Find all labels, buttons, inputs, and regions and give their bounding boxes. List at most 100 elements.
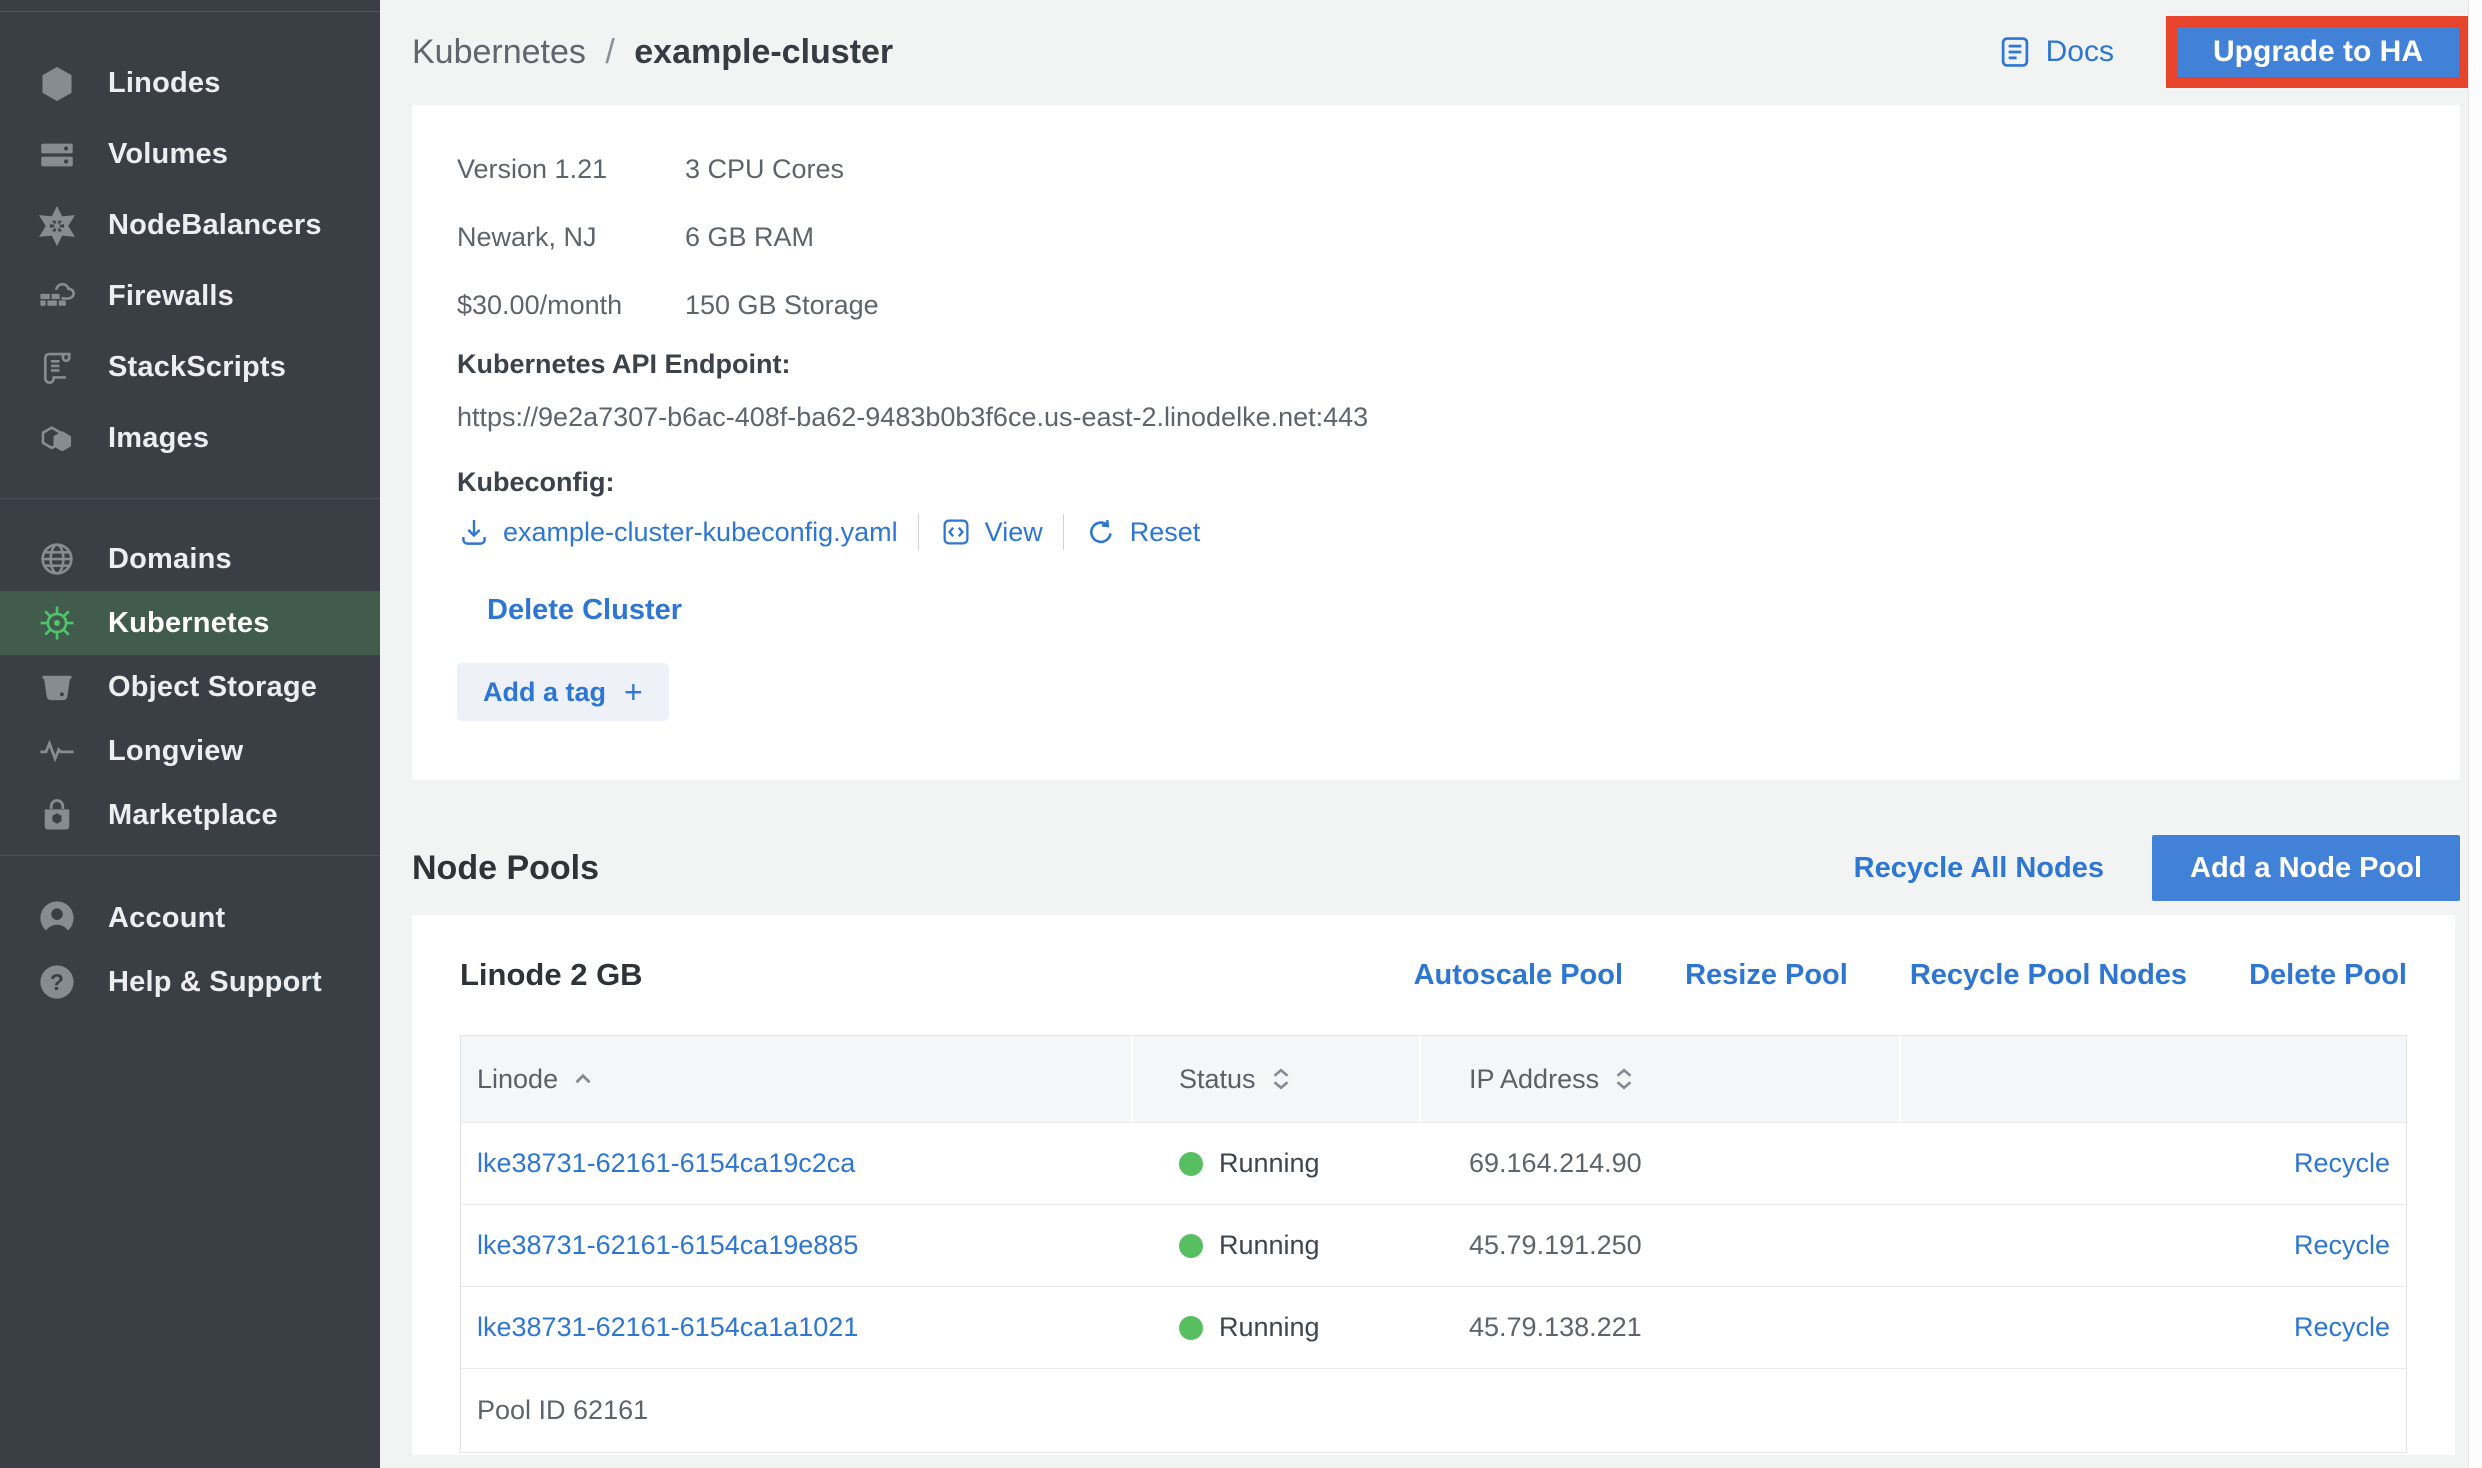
spec-row: Version 1.21 3 CPU Cores — [457, 135, 2415, 203]
stacked-drives-icon — [36, 134, 78, 176]
status-dot-running — [1179, 1316, 1203, 1340]
docs-link[interactable]: Docs — [1996, 33, 2114, 71]
recycle-pool-nodes-link[interactable]: Recycle Pool Nodes — [1910, 959, 2187, 992]
cluster-storage: 150 GB Storage — [685, 290, 879, 321]
resize-pool-link[interactable]: Resize Pool — [1685, 959, 1848, 992]
table-header: Linode Status IP Address — [461, 1036, 2406, 1122]
brick-wall-cloud-icon — [36, 276, 78, 318]
separator — [1063, 514, 1064, 550]
node-pools-actions: Recycle All Nodes Add a Node Pool — [1854, 835, 2460, 901]
plus-icon: + — [624, 674, 643, 711]
sidebar-item-label: Linodes — [108, 67, 221, 100]
bucket-icon — [36, 666, 78, 708]
sidebar-item-images[interactable]: Images — [0, 403, 380, 474]
sidebar-section-services: Domains Kubernetes Object Storage Longvi… — [0, 499, 380, 847]
sidebar-item-label: StackScripts — [108, 351, 286, 384]
scroll-icon — [36, 347, 78, 389]
annotation-highlight: Upgrade to HA — [2166, 16, 2470, 88]
sidebar-section-account: Account ? Help & Support — [0, 856, 380, 1014]
table-row: lke38731-62161-6154ca19c2ca Running 69.1… — [461, 1122, 2406, 1204]
pool-id: Pool ID 62161 — [477, 1395, 648, 1425]
sidebar-top-divider — [0, 0, 380, 12]
delete-pool-link[interactable]: Delete Pool — [2249, 959, 2407, 992]
api-endpoint-label: Kubernetes API Endpoint: — [457, 349, 2415, 380]
spec-row: Newark, NJ 6 GB RAM — [457, 203, 2415, 271]
sidebar-item-label: Longview — [108, 735, 243, 768]
column-header-status[interactable]: Status — [1133, 1036, 1421, 1122]
sidebar-item-label: Marketplace — [108, 799, 278, 832]
sort-icon — [1611, 1066, 1637, 1092]
question-icon: ? — [36, 961, 78, 1003]
add-tag-label: Add a tag — [483, 677, 606, 708]
svg-text:?: ? — [50, 969, 64, 995]
reset-label: Reset — [1130, 517, 1201, 548]
sidebar-item-stackscripts[interactable]: StackScripts — [0, 332, 380, 403]
node-link[interactable]: lke38731-62161-6154ca19c2ca — [477, 1148, 855, 1178]
pool-actions: Autoscale Pool Resize Pool Recycle Pool … — [1414, 959, 2407, 992]
node-link[interactable]: lke38731-62161-6154ca19e885 — [477, 1230, 858, 1260]
double-hexagon-icon — [36, 418, 78, 460]
code-view-icon — [939, 515, 973, 549]
sidebar-item-linodes[interactable]: Linodes — [0, 48, 380, 119]
sidebar-item-account[interactable]: Account — [0, 886, 380, 950]
kubernetes-cluster-detail-page: Linodes Volumes NodeBalancers Firewalls — [0, 0, 2482, 1468]
delete-cluster-button[interactable]: Delete Cluster — [487, 594, 682, 627]
sidebar-item-nodebalancers[interactable]: NodeBalancers — [0, 190, 380, 261]
breadcrumb-kubernetes-link[interactable]: Kubernetes — [412, 33, 586, 71]
add-node-pool-button[interactable]: Add a Node Pool — [2152, 835, 2460, 901]
kubeconfig-reset-link[interactable]: Reset — [1084, 515, 1201, 549]
kubeconfig-view-link[interactable]: View — [939, 515, 1043, 549]
node-link[interactable]: lke38731-62161-6154ca1a1021 — [477, 1312, 858, 1342]
sidebar-item-label: Object Storage — [108, 671, 317, 704]
upgrade-to-ha-button[interactable]: Upgrade to HA — [2177, 27, 2459, 77]
status-dot-running — [1179, 1234, 1203, 1258]
separator — [918, 514, 919, 550]
status-text: Running — [1219, 1312, 1320, 1343]
sort-icon — [1268, 1066, 1294, 1092]
spec-row: $30.00/month 150 GB Storage — [457, 271, 2415, 339]
sidebar-item-label: Account — [108, 902, 225, 935]
cluster-version: Version 1.21 — [457, 154, 685, 185]
sidebar-item-help-support[interactable]: ? Help & Support — [0, 950, 380, 1014]
cluster-ram: 6 GB RAM — [685, 222, 814, 253]
status-text: Running — [1219, 1148, 1320, 1179]
page-header: Kubernetes / example-cluster Docs Upgrad… — [412, 0, 2470, 104]
person-icon — [36, 897, 78, 939]
add-tag-button[interactable]: Add a tag + — [457, 663, 669, 721]
api-endpoint-url: https://9e2a7307-b6ac-408f-ba62-9483b0b3… — [457, 402, 2415, 433]
node-pools-heading: Node Pools — [412, 849, 599, 888]
helm-wheel-icon — [36, 602, 78, 644]
sidebar-item-object-storage[interactable]: Object Storage — [0, 655, 380, 719]
sidebar-item-label: NodeBalancers — [108, 209, 322, 242]
recycle-node-link[interactable]: Recycle — [2294, 1230, 2390, 1260]
document-icon — [1996, 33, 2034, 71]
arrows-hub-icon — [36, 205, 78, 247]
sidebar-item-firewalls[interactable]: Firewalls — [0, 261, 380, 332]
ip-address: 45.79.191.250 — [1469, 1230, 1642, 1260]
hexagon-icon — [36, 63, 78, 105]
recycle-all-nodes-link[interactable]: Recycle All Nodes — [1854, 852, 2104, 885]
view-label: View — [985, 517, 1043, 548]
cluster-cpu: 3 CPU Cores — [685, 154, 844, 185]
recycle-node-link[interactable]: Recycle — [2294, 1312, 2390, 1342]
column-header-linode[interactable]: Linode — [461, 1036, 1133, 1122]
sidebar-item-domains[interactable]: Domains — [0, 527, 380, 591]
sort-asc-icon — [570, 1066, 596, 1092]
docs-label: Docs — [2046, 35, 2114, 69]
page-title: example-cluster — [634, 33, 893, 71]
sidebar-item-longview[interactable]: Longview — [0, 719, 380, 783]
nodes-table: Linode Status IP Address lke38731-62161-… — [460, 1035, 2407, 1453]
scrollbar[interactable] — [2468, 0, 2482, 1468]
sidebar-item-volumes[interactable]: Volumes — [0, 119, 380, 190]
recycle-node-link[interactable]: Recycle — [2294, 1148, 2390, 1178]
cluster-price: $30.00/month — [457, 290, 685, 321]
sidebar-item-label: Volumes — [108, 138, 228, 171]
sidebar-item-kubernetes[interactable]: Kubernetes — [0, 591, 380, 655]
autoscale-pool-link[interactable]: Autoscale Pool — [1414, 959, 1624, 992]
sidebar: Linodes Volumes NodeBalancers Firewalls — [0, 0, 380, 1468]
column-header-ip-address[interactable]: IP Address — [1421, 1036, 1901, 1122]
sidebar-item-marketplace[interactable]: Marketplace — [0, 783, 380, 847]
kubeconfig-download-link[interactable]: example-cluster-kubeconfig.yaml — [457, 515, 898, 549]
status-dot-running — [1179, 1152, 1203, 1176]
status-text: Running — [1219, 1230, 1320, 1261]
